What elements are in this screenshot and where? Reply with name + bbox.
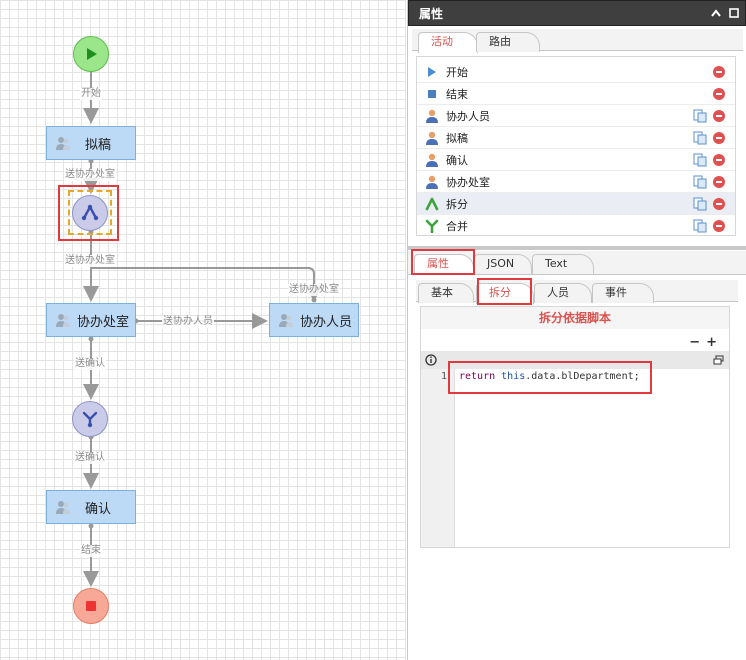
delete-icon[interactable] [713,65,725,78]
activity-route-tabs: 活动 路由 [412,29,743,53]
activity-list: 开始 结束 协办人员 拟稿 确认 协办处室 拆分 合并 [416,56,736,236]
list-item[interactable]: 确认 [417,149,735,171]
end-node[interactable] [73,588,109,624]
person-icon [55,313,71,327]
panel-header: 属性 [408,0,746,26]
person-icon [55,136,71,150]
properties-tab-highlight [411,249,475,275]
list-item[interactable]: 结束 [417,83,735,105]
person-icon [278,313,294,327]
merge-icon [82,411,98,428]
activity-label: 协办人员 [446,109,490,123]
split-icon [81,204,99,221]
delete-icon[interactable] [713,131,725,144]
zoom-out-button[interactable]: − [689,335,706,350]
split-tab-highlight [477,278,532,305]
edge-split-co-person[interactable] [91,267,322,302]
person-icon [425,109,439,123]
list-item-selected[interactable]: 拆分 [417,193,735,215]
activity-label: 合并 [446,220,468,233]
delete-icon[interactable] [713,220,725,232]
copy-icon[interactable] [693,175,707,189]
copy-icon[interactable] [693,131,707,145]
tab-json[interactable]: JSON [474,254,532,274]
list-item[interactable]: 协办处室 [417,171,735,193]
delete-icon[interactable] [713,109,725,122]
copy-icon[interactable] [693,109,707,123]
delete-icon[interactable] [713,153,725,166]
edge-label-send-confirm: 送确认 [74,358,106,370]
node-label: 拟稿 [84,137,111,153]
delete-icon[interactable] [713,87,725,100]
split-script-editor: 拆分依据脚本 −+ 1 return this.data.blDepartmen… [420,306,730,548]
stop-icon [425,87,439,101]
split-gateway-node[interactable] [72,195,108,231]
restore-window-icon[interactable] [713,355,725,365]
copy-icon[interactable] [693,197,707,211]
property-sub-tabs: 基本 拆分 人员 事件 [416,280,738,304]
edge-label-send-co-office: 送协办处室 [64,255,116,267]
code-highlight [448,361,652,394]
tab-personnel[interactable]: 人员 [534,283,592,303]
person-icon [425,175,439,189]
editor-title: 拆分依据脚本 [421,307,729,329]
maximize-icon[interactable] [727,8,741,18]
list-item[interactable]: 合并 [417,215,735,237]
tab-basic[interactable]: 基本 [418,283,474,303]
activity-label: 拆分 [446,197,468,211]
stop-icon [86,601,96,611]
edge-label-send-co-office: 送协办处室 [288,284,340,296]
tab-text[interactable]: Text [532,254,594,274]
activity-node-confirm[interactable]: 确认 [46,490,136,524]
activity-label: 确认 [446,153,468,167]
node-label: 协办处室 [77,314,130,330]
edge-label-send-co-person: 送协办人员 [162,316,214,328]
play-icon [87,48,97,60]
person-icon [425,131,439,145]
panel-title: 属性 [419,6,444,21]
person-icon [55,500,71,514]
split-icon [425,197,439,211]
activity-label: 结束 [446,87,468,101]
info-icon[interactable] [425,354,437,366]
person-icon [425,153,439,167]
tab-route[interactable]: 路由 [476,32,540,52]
list-item[interactable]: 拟稿 [417,127,735,149]
node-label: 确认 [84,501,111,517]
line-number: 1 [440,371,447,382]
activity-node-draft[interactable]: 拟稿 [46,126,136,160]
activity-node-co-office[interactable]: 协办处室 [46,303,136,337]
editor-zoom-controls: −+ [689,335,723,350]
line-number-gutter [421,369,455,547]
play-icon [425,65,439,79]
start-node[interactable] [73,36,109,72]
tab-activity[interactable]: 活动 [418,32,478,53]
merge-gateway-node[interactable] [72,401,108,437]
zoom-in-button[interactable]: + [706,335,723,350]
edge-label-end: 结束 [80,545,102,557]
activity-label: 开始 [446,65,468,79]
edge-label-send-confirm: 送确认 [74,452,106,464]
list-item[interactable]: 开始 [417,61,735,83]
node-label: 协办人员 [300,314,353,330]
activity-node-co-person[interactable]: 协办人员 [269,303,359,337]
copy-icon[interactable] [693,219,707,233]
collapse-icon[interactable] [709,9,723,17]
delete-icon[interactable] [713,175,725,188]
activity-label: 协办处室 [446,175,490,189]
tab-events[interactable]: 事件 [592,283,654,303]
delete-icon[interactable] [713,197,725,210]
merge-icon [425,219,439,233]
edge-label-start: 开始 [80,88,102,100]
properties-panel: 属性 活动 路由 开始 结束 协办人员 拟稿 确认 协办处室 拆分 合并 属性 … [407,0,746,660]
copy-icon[interactable] [693,153,707,167]
workflow-canvas[interactable]: 开始 送协办处室 送协办处室 送协办处室 送协办人员 送确认 送确认 结束 拟稿… [0,0,406,660]
activity-label: 拟稿 [446,131,468,145]
list-item[interactable]: 协办人员 [417,105,735,127]
edge-label-send-co-office: 送协办处室 [64,169,116,181]
